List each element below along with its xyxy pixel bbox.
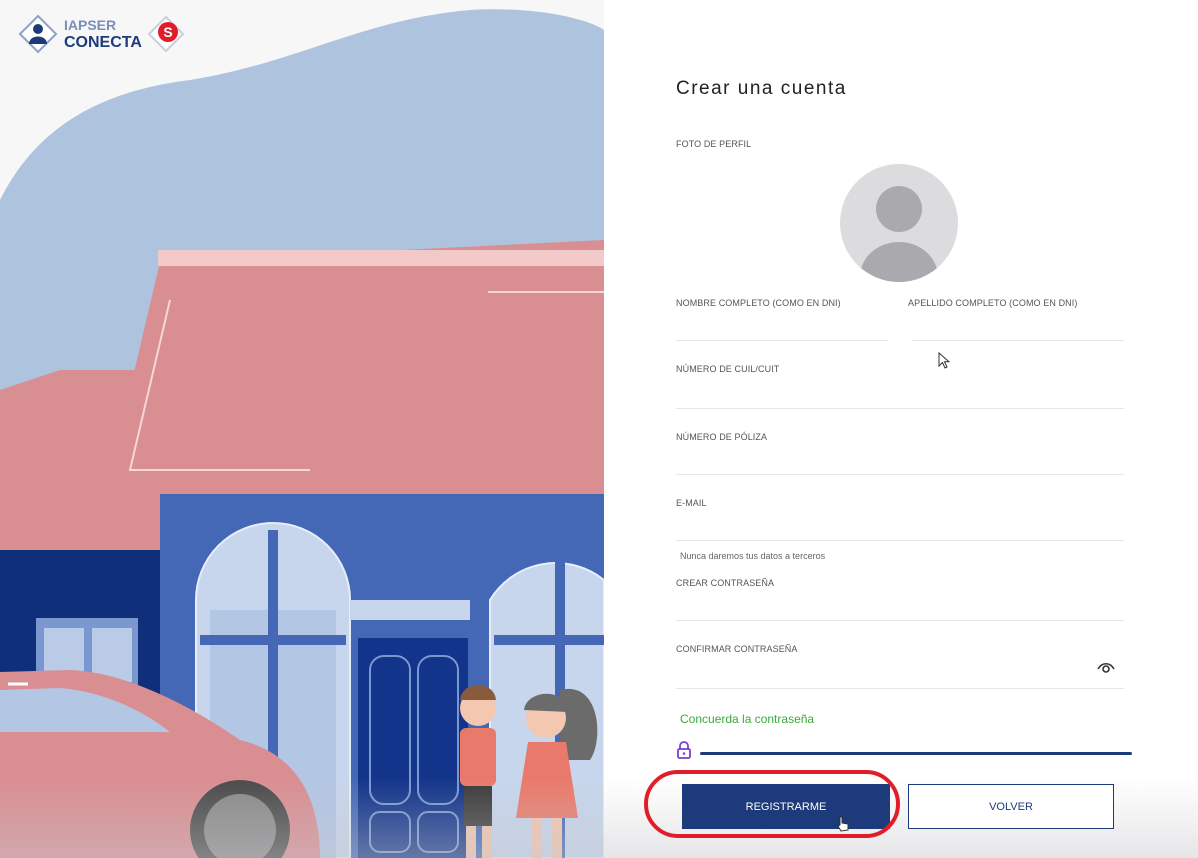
hand-cursor (837, 816, 849, 832)
signup-form: Crear una cuenta FOTO DE PERFIL NOMBRE C… (676, 0, 1132, 858)
policy-input[interactable] (676, 474, 1124, 475)
last-name-input[interactable] (912, 340, 1124, 341)
confirm-password-label: CONFIRMAR CONTRASEÑA (676, 644, 798, 654)
page-title: Crear una cuenta (676, 78, 847, 99)
first-name-input[interactable] (676, 340, 888, 341)
eye-icon[interactable] (1096, 660, 1116, 674)
register-highlight-ring (644, 770, 900, 838)
hero-illustration (0, 0, 604, 858)
iapser-logo-icon (18, 14, 58, 54)
confirm-password-input[interactable] (676, 688, 1124, 689)
password-match-status: Concuerda la contraseña (680, 712, 815, 726)
back-button[interactable]: VOLVER (908, 784, 1114, 829)
house-family-illustration (0, 0, 604, 858)
brand-badge-letter: S (163, 24, 172, 40)
email-hint: Nunca daremos tus datos a terceros (680, 551, 826, 561)
profile-avatar-icon[interactable] (840, 164, 958, 282)
brand-line1: IAPSER (64, 17, 117, 33)
brand-name: IAPSER CONECTA (64, 17, 142, 51)
arrow-cursor (938, 352, 951, 369)
password-input[interactable] (676, 620, 1124, 621)
avatar-body (860, 242, 938, 282)
email-label: E-MAIL (676, 498, 707, 508)
cuil-label: NÚMERO DE CUIL/CUIT (676, 364, 780, 374)
avatar-head (876, 186, 922, 232)
lock-icon (677, 741, 691, 759)
email-input[interactable] (676, 540, 1124, 541)
cuil-input[interactable] (676, 408, 1124, 409)
brand-logo: IAPSER CONECTA S (18, 14, 184, 54)
brand-badge-icon: S (147, 16, 184, 52)
brand-line2: CONECTA (64, 34, 142, 51)
password-label: CREAR CONTRASEÑA (676, 578, 775, 588)
first-name-label: NOMBRE COMPLETO (COMO EN DNI) (676, 298, 841, 308)
policy-label: NÚMERO DE PÓLIZA (676, 432, 768, 442)
profile-photo-label: FOTO DE PERFIL (676, 139, 752, 149)
last-name-label: APELLIDO COMPLETO (COMO EN DNI) (908, 298, 1078, 308)
password-strength-bar (700, 752, 1132, 755)
